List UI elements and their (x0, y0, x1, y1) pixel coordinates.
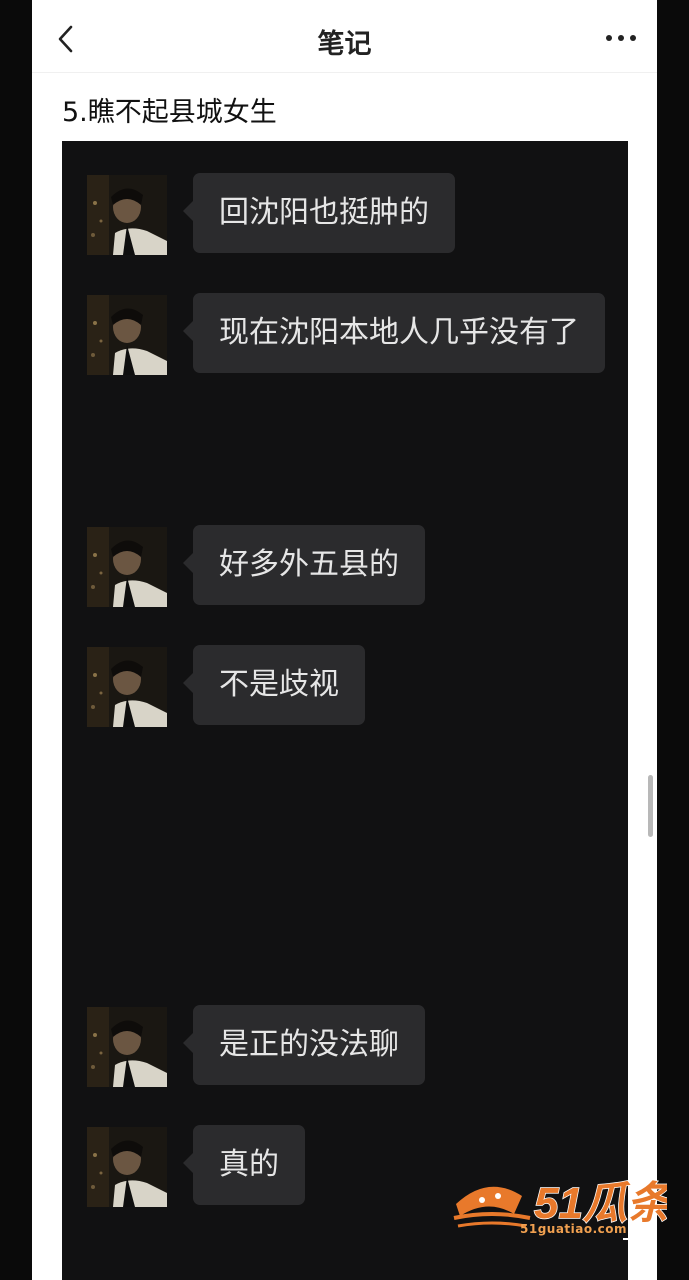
chat-message: 回沈阳也挺肿的 (62, 173, 628, 255)
message-bubble: 是正的没法聊 (183, 1005, 425, 1085)
avatar (87, 527, 167, 607)
avatar (87, 295, 167, 375)
avatar (87, 647, 167, 727)
message-bubble: 现在沈阳本地人几乎没有了 (183, 293, 605, 373)
chat-screenshot-image: 回沈阳也挺肿的 现在沈阳本地人几乎没有了 好多外五县的 不是歧视 是正的没法聊 (62, 141, 628, 1280)
chat-message: 是正的没法聊 (62, 1005, 628, 1087)
right-dark-margin (657, 0, 689, 1280)
message-bubble: 真的 (183, 1125, 305, 1205)
avatar (87, 175, 167, 255)
avatar (87, 1127, 167, 1207)
collapse-button[interactable] (620, 1228, 650, 1258)
note-page: 笔记 5.瞧不起县城女生 回沈阳也挺肿的 现在沈阳本地人几乎没有了 好多外五县的… (32, 0, 657, 1280)
page-title: 笔记 (317, 29, 372, 60)
more-dots-icon (606, 35, 636, 41)
chat-message: 现在沈阳本地人几乎没有了 (62, 293, 628, 375)
watermark-site: 51guatiao.com (520, 1222, 628, 1236)
message-bubble: 回沈阳也挺肿的 (183, 173, 455, 253)
svg-text:51瓜条: 51瓜条 (534, 1179, 667, 1228)
chat-message: 好多外五县的 (62, 525, 628, 607)
message-bubble: 好多外五县的 (183, 525, 425, 605)
message-bubble: 不是歧视 (183, 645, 365, 725)
top-bar: 笔记 (32, 0, 657, 73)
more-button[interactable] (603, 28, 639, 48)
collapse-icon (623, 1231, 647, 1255)
note-subtitle: 5.瞧不起县城女生 (62, 97, 277, 128)
left-dark-margin (0, 0, 32, 1280)
chat-message: 不是歧视 (62, 645, 628, 727)
scrollbar[interactable] (648, 775, 653, 837)
avatar (87, 1007, 167, 1087)
